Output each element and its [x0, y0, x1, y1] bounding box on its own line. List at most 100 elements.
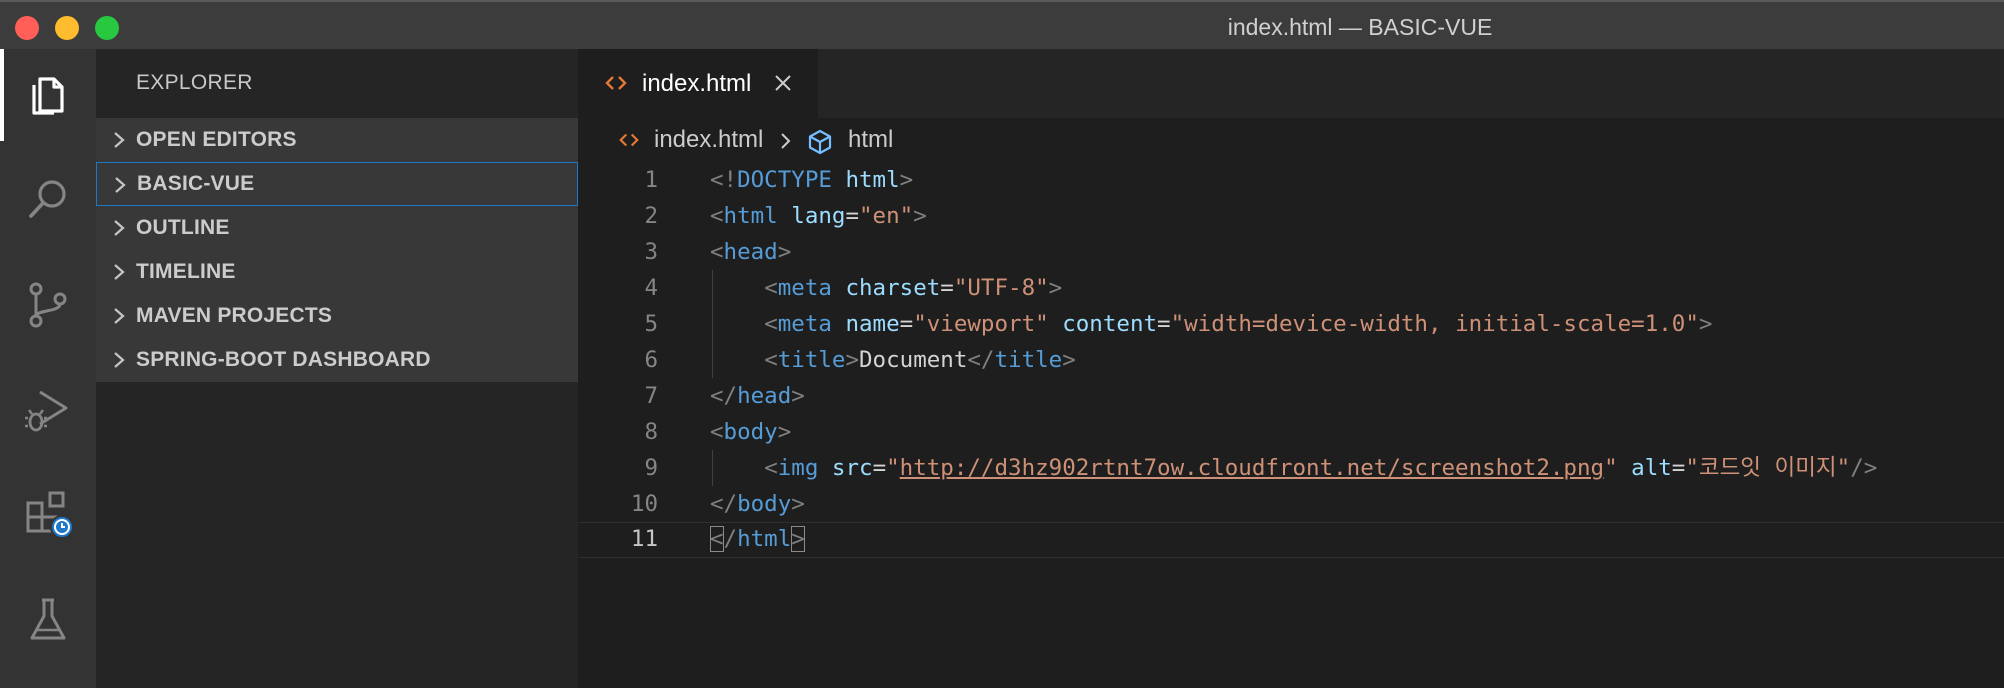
section-basic-vue[interactable]: BASIC-VUE — [96, 162, 578, 206]
section-spring-boot-dashboard[interactable]: SPRING-BOOT DASHBOARD — [96, 338, 578, 382]
code-line[interactable]: 5 <meta name="viewport" content="width=d… — [578, 306, 2004, 342]
minimize-window-button[interactable] — [55, 16, 79, 40]
breadcrumb-symbol[interactable]: html — [848, 126, 893, 154]
section-label: SPRING-BOOT DASHBOARD — [136, 348, 431, 371]
code-line[interactable]: 10 </body> — [578, 486, 2004, 522]
code-line[interactable]: 7 </head> — [578, 378, 2004, 414]
section-timeline[interactable]: TIMELINE — [96, 250, 578, 294]
chevron-right-icon — [115, 177, 126, 193]
code-line[interactable]: 9 <img src="http://d3hz902rtnt7ow.cloudf… — [578, 450, 2004, 486]
activity-testing[interactable] — [0, 574, 96, 666]
tab-label: index.html — [642, 70, 752, 97]
activity-bar — [0, 49, 96, 688]
code-line[interactable]: 8 <body> — [578, 414, 2004, 450]
string-token: " — [886, 455, 900, 481]
tag-token: meta — [777, 311, 832, 337]
punctuation-token: > — [899, 167, 914, 193]
line-number: 7 — [644, 383, 658, 409]
section-outline[interactable]: OUTLINE — [96, 206, 578, 250]
text-token: = — [1157, 311, 1171, 337]
punctuation-token: </ — [710, 383, 738, 409]
section-label: BASIC-VUE — [137, 172, 255, 195]
attribute-token: alt — [1631, 455, 1672, 481]
testing-icon — [30, 598, 66, 640]
url-link[interactable]: http://d3hz902rtnt7ow.cloudfront.net/scr… — [900, 455, 1604, 481]
punctuation-token: </ — [710, 491, 738, 517]
tab-index-html[interactable]: index.html — [578, 49, 818, 118]
explorer-sections: OPEN EDITORS BASIC-VUE OUTLINE TIMELINE … — [96, 118, 578, 382]
section-open-editors[interactable]: OPEN EDITORS — [96, 118, 578, 162]
punctuation-token: > — [913, 203, 927, 229]
line-number: 2 — [644, 203, 658, 229]
close-window-button[interactable] — [15, 16, 39, 40]
punctuation-token: > — [791, 491, 805, 517]
code-line[interactable]: 1 <!DOCTYPE html> — [578, 162, 2004, 198]
code-text: <!DOCTYPE html> — [710, 162, 913, 198]
punctuation-token: > — [791, 383, 805, 409]
close-icon[interactable] — [774, 74, 792, 92]
section-maven-projects[interactable]: MAVEN PROJECTS — [96, 294, 578, 338]
matched-bracket: < — [710, 526, 724, 552]
punctuation-token: > — [1062, 347, 1076, 373]
chevron-right-icon — [114, 264, 125, 280]
line-number: 11 — [630, 526, 658, 552]
activity-source-control[interactable] — [0, 259, 96, 351]
tag-token: html — [723, 203, 778, 229]
text-token: = — [940, 275, 954, 301]
tag-token: title — [994, 347, 1063, 373]
text-token: Document — [859, 347, 968, 373]
tag-token: head — [723, 239, 778, 265]
line-number: 9 — [644, 455, 658, 481]
string-token: "en" — [859, 203, 914, 229]
section-label: OPEN EDITORS — [136, 128, 297, 151]
punctuation-token: / — [723, 526, 738, 552]
code-line[interactable]: 11 </html> — [578, 522, 2004, 558]
punctuation-token: < — [764, 311, 778, 337]
punctuation-token: < — [764, 275, 778, 301]
tag-token: html — [737, 526, 792, 552]
code-text: <meta charset="UTF-8"> — [710, 270, 1062, 306]
code-line[interactable]: 4 <meta charset="UTF-8"> — [578, 270, 2004, 306]
chevron-right-icon — [781, 133, 791, 149]
breadcrumb-file[interactable]: index.html — [654, 126, 763, 154]
tag-token: img — [777, 455, 819, 481]
tag-token: body — [723, 419, 778, 445]
chevron-right-icon — [114, 308, 125, 324]
zoom-window-button[interactable] — [95, 16, 119, 40]
punctuation-token: < — [764, 347, 778, 373]
punctuation-token: > — [1698, 311, 1713, 337]
html-file-icon — [619, 133, 639, 147]
string-token: "width=device-width, initial-scale=1.0" — [1170, 311, 1699, 337]
punctuation-token: /> — [1850, 455, 1878, 481]
window-title-text: index.html — BASIC-VUE — [1227, 14, 1493, 40]
activity-search[interactable] — [0, 154, 96, 246]
chevron-right-icon — [114, 220, 125, 236]
sidebar-explorer: EXPLORER OPEN EDITORS BASIC-VUE OUTLINE … — [96, 49, 578, 688]
code-text: </body> — [710, 486, 805, 522]
line-number: 8 — [644, 419, 658, 445]
extensions-icon — [26, 491, 74, 539]
text-token: = — [872, 455, 887, 481]
code-text: <meta name="viewport" content="width=dev… — [710, 306, 1712, 342]
code-line[interactable]: 2 <html lang="en"> — [578, 198, 2004, 234]
punctuation-token: > — [845, 347, 860, 373]
tag-token: title — [777, 347, 846, 373]
code-line[interactable]: 3 <head> — [578, 234, 2004, 270]
attribute-token: src — [831, 455, 873, 481]
activity-explorer[interactable] — [0, 49, 96, 141]
activity-run-debug[interactable] — [0, 364, 96, 456]
code-editor[interactable]: 1 <!DOCTYPE html> 2 <html lang="en"> 3 <head>… — [578, 162, 2004, 688]
code-text: <html lang="en"> — [710, 198, 927, 234]
code-line[interactable]: 6 <title>Document</title> — [578, 342, 2004, 378]
punctuation-token: </ — [967, 347, 995, 373]
text-token: = — [845, 203, 860, 229]
source-control-icon — [29, 282, 67, 328]
activity-extensions[interactable] — [0, 469, 96, 561]
code-text: <img src="http://d3hz902rtnt7ow.cloudfro… — [710, 450, 1877, 486]
run-debug-icon — [25, 390, 68, 432]
